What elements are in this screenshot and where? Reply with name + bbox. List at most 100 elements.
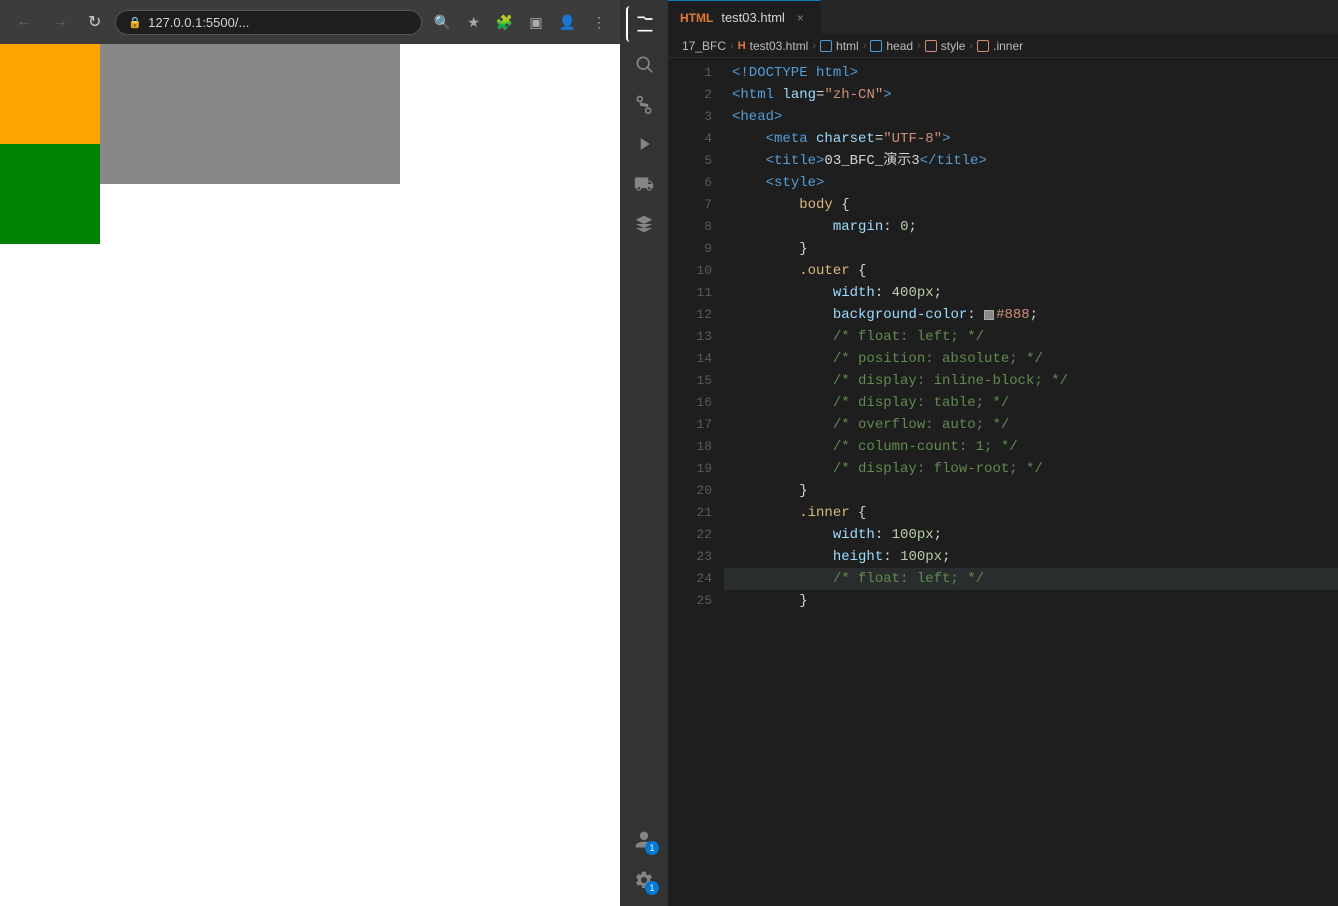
breadcrumb-file[interactable]: H test03.html bbox=[738, 39, 809, 53]
forward-button[interactable]: → bbox=[46, 9, 74, 35]
line-number: 6 bbox=[688, 172, 712, 194]
code-line: /* overflow: auto; */ bbox=[724, 414, 1338, 436]
token-tag: > bbox=[883, 84, 891, 106]
breadcrumb-head-box-icon bbox=[870, 40, 882, 52]
split-button[interactable]: ▣ bbox=[525, 10, 546, 35]
token-text bbox=[732, 128, 766, 150]
extensions-button[interactable]: 🧩 bbox=[492, 10, 517, 35]
token-property: width bbox=[833, 282, 875, 304]
code-line: } bbox=[724, 590, 1338, 612]
token-text bbox=[732, 524, 833, 546]
token-text: 03_BFC_演示3 bbox=[824, 150, 919, 172]
activity-source-control[interactable] bbox=[626, 86, 662, 122]
line-number: 18 bbox=[688, 436, 712, 458]
token-tag: <style> bbox=[766, 172, 825, 194]
token-attr-name: lang bbox=[774, 84, 816, 106]
line-number: 11 bbox=[688, 282, 712, 304]
refresh-button[interactable]: ↻ bbox=[82, 8, 107, 36]
token-punct: : bbox=[875, 282, 892, 304]
token-value-num: 400px bbox=[892, 282, 934, 304]
activity-bottom: 1 1 bbox=[626, 822, 662, 906]
token-attr-value: "UTF-8" bbox=[883, 128, 942, 150]
token-comment: /* display: table; */ bbox=[732, 392, 1009, 414]
code-line: body { bbox=[724, 194, 1338, 216]
activity-accounts[interactable]: 1 bbox=[626, 822, 662, 858]
breadcrumb-html-icon: H bbox=[738, 40, 746, 52]
code-line: .inner { bbox=[724, 502, 1338, 524]
token-doctype: <!DOCTYPE html> bbox=[732, 62, 858, 84]
zoom-button[interactable]: 🔍 bbox=[430, 10, 455, 35]
back-button[interactable]: ← bbox=[10, 9, 38, 35]
tab-label: test03.html bbox=[721, 10, 785, 25]
activity-run[interactable] bbox=[626, 126, 662, 162]
breadcrumb-html-box-icon bbox=[820, 40, 832, 52]
line-number: 15 bbox=[688, 370, 712, 392]
code-line: } bbox=[724, 480, 1338, 502]
line-number: 21 bbox=[688, 502, 712, 524]
token-text: { bbox=[850, 502, 867, 524]
activity-remote[interactable] bbox=[626, 206, 662, 242]
tab-test03[interactable]: HTML test03.html × bbox=[668, 0, 821, 34]
breadcrumb-folder-label: 17_BFC bbox=[682, 39, 726, 53]
code-line: margin: 0; bbox=[724, 216, 1338, 238]
token-text: } bbox=[732, 480, 808, 502]
line-number: 16 bbox=[688, 392, 712, 414]
code-line: <html lang="zh-CN"> bbox=[724, 84, 1338, 106]
line-number: 4 bbox=[688, 128, 712, 150]
address-text: 127.0.0.1:5500/... bbox=[148, 15, 249, 30]
token-text: } bbox=[732, 590, 808, 612]
code-line: } bbox=[724, 238, 1338, 260]
line-number: 3 bbox=[688, 106, 712, 128]
token-comment: /* display: inline-block; */ bbox=[732, 370, 1068, 392]
code-line: /* position: absolute; */ bbox=[724, 348, 1338, 370]
breadcrumb-sep-3: › bbox=[863, 40, 867, 52]
code-editor[interactable]: 1234567891011121314151617181920212223242… bbox=[668, 58, 1338, 906]
code-line: height: 100px; bbox=[724, 546, 1338, 568]
breadcrumb-html-label: html bbox=[836, 39, 859, 53]
bookmark-button[interactable]: ★ bbox=[463, 10, 484, 35]
token-property: background-color bbox=[833, 304, 967, 326]
code-line: <title>03_BFC_演示3</title> bbox=[724, 150, 1338, 172]
code-line: <style> bbox=[724, 172, 1338, 194]
breadcrumb-head-label: head bbox=[886, 39, 913, 53]
breadcrumb-folder[interactable]: 17_BFC bbox=[682, 39, 726, 53]
activity-bar: 1 1 bbox=[620, 0, 668, 906]
preview-area bbox=[0, 44, 620, 906]
profile-button[interactable]: 👤 bbox=[555, 10, 580, 35]
activity-settings[interactable]: 1 bbox=[626, 862, 662, 898]
line-number: 2 bbox=[688, 84, 712, 106]
line-number: 13 bbox=[688, 326, 712, 348]
menu-button[interactable]: ⋮ bbox=[588, 10, 610, 35]
inner-box-green bbox=[0, 144, 100, 244]
browser-toolbar: ← → ↻ 🔒 127.0.0.1:5500/... 🔍 ★ 🧩 ▣ 👤 ⋮ bbox=[0, 0, 620, 44]
breadcrumb-sep-5: › bbox=[969, 40, 973, 52]
code-line: <head> bbox=[724, 106, 1338, 128]
token-punct: = bbox=[875, 128, 883, 150]
token-tag: <head> bbox=[732, 106, 782, 128]
token-text bbox=[732, 502, 799, 524]
tab-close-button[interactable]: × bbox=[793, 9, 808, 27]
breadcrumb-head-tag[interactable]: head bbox=[870, 39, 913, 53]
token-punct: ; bbox=[942, 546, 950, 568]
token-punct: ; bbox=[934, 282, 942, 304]
accounts-badge: 1 bbox=[645, 841, 659, 855]
code-lines[interactable]: <!DOCTYPE html><html lang="zh-CN"><head>… bbox=[724, 58, 1338, 906]
address-bar[interactable]: 🔒 127.0.0.1:5500/... bbox=[115, 10, 421, 35]
breadcrumb-inner-class[interactable]: .inner bbox=[977, 39, 1023, 53]
code-line: <meta charset="UTF-8"> bbox=[724, 128, 1338, 150]
token-comment: /* float: left; */ bbox=[732, 326, 984, 348]
activity-search[interactable] bbox=[626, 46, 662, 82]
breadcrumb-style-tag[interactable]: style bbox=[925, 39, 966, 53]
line-number: 12 bbox=[688, 304, 712, 326]
inner-box-orange bbox=[0, 44, 100, 144]
breadcrumb-html-tag[interactable]: html bbox=[820, 39, 859, 53]
breadcrumb-file-label: test03.html bbox=[750, 39, 809, 53]
line-number: 1 bbox=[688, 62, 712, 84]
breadcrumb-style-label: style bbox=[941, 39, 966, 53]
activity-files[interactable] bbox=[626, 6, 662, 42]
token-attr-name: charset bbox=[808, 128, 875, 150]
code-line: /* display: inline-block; */ bbox=[724, 370, 1338, 392]
token-punct: : bbox=[967, 304, 984, 326]
token-text bbox=[732, 546, 833, 568]
activity-extensions[interactable] bbox=[626, 166, 662, 202]
